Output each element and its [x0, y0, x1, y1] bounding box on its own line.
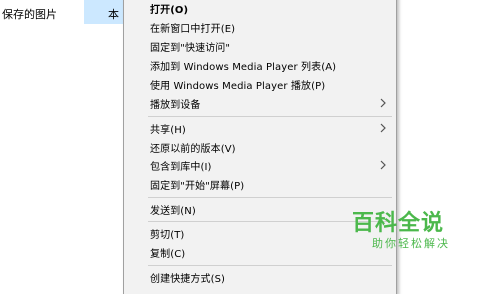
chevron-right-icon: [380, 160, 386, 170]
menu-item-play-with-wmp[interactable]: 使用 Windows Media Player 播放(P): [124, 74, 396, 94]
menu-separator: [148, 197, 392, 198]
menu-separator: [148, 116, 392, 117]
selected-item-label: 本: [108, 8, 119, 21]
menu-item-open-new-window[interactable]: 在新窗口中打开(E): [124, 17, 396, 37]
menu-item-label: 固定到"开始"屏幕(P): [150, 181, 245, 192]
watermark-title: 百科全说: [352, 211, 445, 236]
watermark-subtitle: 助你轻松解决: [372, 237, 450, 250]
menu-item-label: 添加到 Windows Media Player 列表(A): [150, 62, 337, 73]
menu-item-label: 打开(O): [150, 5, 189, 16]
menu-item-label: 创建快捷方式(S): [150, 274, 226, 285]
menu-item-label: 发送到(N): [150, 206, 196, 217]
menu-item-label: 还原以前的版本(V): [150, 144, 236, 155]
selected-item[interactable]: 本: [84, 0, 124, 24]
menu-item-label: 包含到库中(I): [150, 162, 212, 173]
menu-item-label: 复制(C): [150, 249, 186, 260]
menu-item-open[interactable]: 打开(O): [124, 0, 396, 18]
chevron-right-icon: [380, 123, 386, 133]
menu-item-share[interactable]: 共享(H): [124, 118, 396, 138]
menu-item-label: 剪切(T): [150, 230, 185, 241]
menu-item-restore-previous-versions[interactable]: 还原以前的版本(V): [124, 137, 396, 157]
menu-item-cast-to-device[interactable]: 播放到设备: [124, 93, 396, 113]
watermark: 百科全说 助你轻松解决: [352, 205, 472, 255]
menu-item-label: 播放到设备: [150, 100, 201, 111]
menu-item-label: 固定到"快速访问": [150, 43, 231, 54]
menu-item-include-in-library[interactable]: 包含到库中(I): [124, 155, 396, 175]
chevron-right-icon: [380, 98, 386, 108]
menu-item-add-to-wmp-list[interactable]: 添加到 Windows Media Player 列表(A): [124, 55, 396, 75]
menu-item-pin-to-start[interactable]: 固定到"开始"屏幕(P): [124, 174, 396, 194]
menu-item-label: 使用 Windows Media Player 播放(P): [150, 81, 326, 92]
menu-item-pin-quick-access[interactable]: 固定到"快速访问": [124, 36, 396, 56]
menu-item-label: 共享(H): [150, 125, 186, 136]
menu-separator: [148, 265, 392, 266]
menu-item-label: 在新窗口中打开(E): [150, 24, 236, 35]
menu-item-create-shortcut[interactable]: 创建快捷方式(S): [124, 267, 396, 287]
folder-item-saved-pictures[interactable]: 保存的图片: [2, 6, 57, 22]
